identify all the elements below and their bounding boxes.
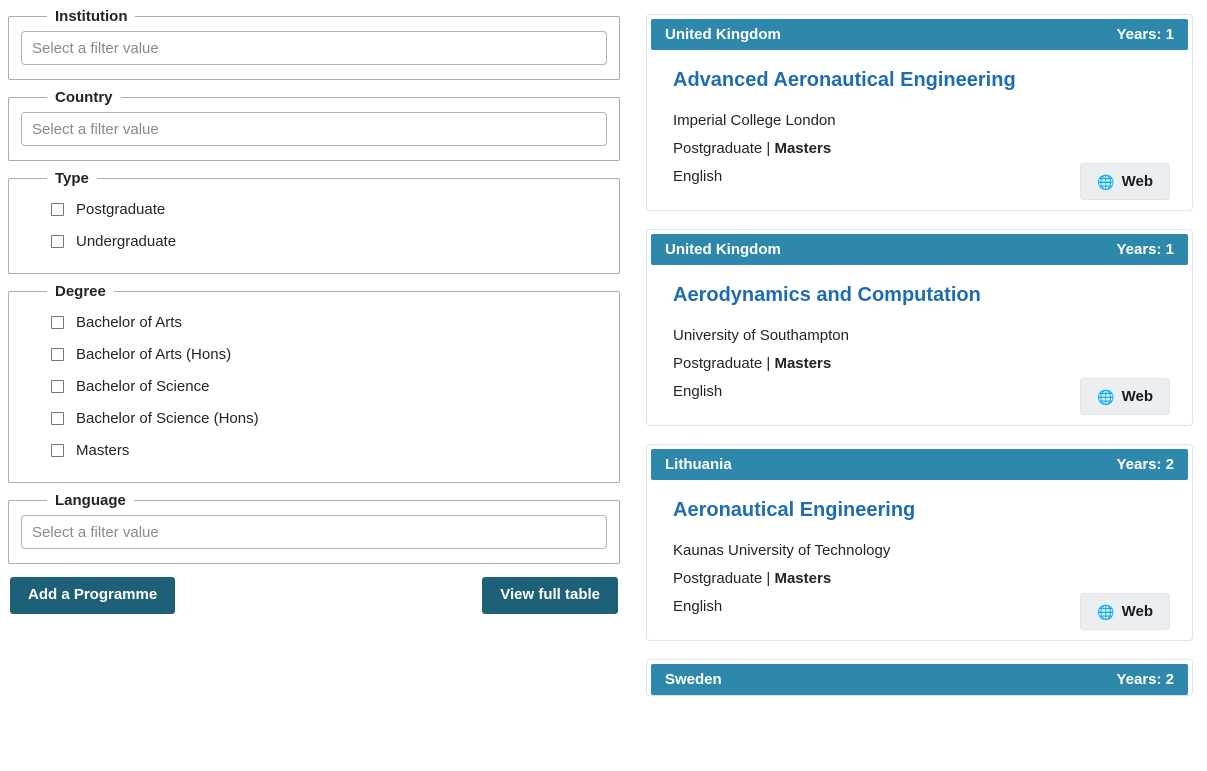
globe-icon: 🌐 (1097, 175, 1114, 189)
card-title[interactable]: Aeronautical Engineering (673, 498, 1166, 522)
web-button-label: Web (1122, 603, 1153, 620)
card-years: Years: 2 (1116, 671, 1174, 688)
web-button[interactable]: 🌐 Web (1080, 378, 1170, 415)
card-header: Sweden Years: 2 (651, 664, 1188, 695)
filter-legend-degree: Degree (47, 283, 114, 300)
card-years: Years: 1 (1116, 26, 1174, 43)
card-header: Lithuania Years: 2 (651, 449, 1188, 480)
web-button[interactable]: 🌐 Web (1080, 593, 1170, 630)
checkbox-row-bachelor-of-arts[interactable]: Bachelor of Arts (21, 306, 607, 338)
view-full-table-button[interactable]: View full table (482, 577, 618, 614)
filter-group-country: Country (8, 89, 620, 161)
card-country: United Kingdom (665, 26, 781, 43)
checkbox-bachelor-of-arts[interactable] (51, 316, 64, 329)
checkbox-bachelor-of-science-hons[interactable] (51, 412, 64, 425)
filter-group-type: Type Postgraduate Undergraduate (8, 170, 620, 274)
card-country: United Kingdom (665, 241, 781, 258)
card-header: United Kingdom Years: 1 (651, 234, 1188, 265)
card-type: Postgraduate (673, 355, 762, 372)
card-body: Aeronautical Engineering Kaunas Universi… (651, 480, 1188, 640)
filter-legend-language: Language (47, 492, 134, 509)
checkbox-undergraduate[interactable] (51, 235, 64, 248)
programme-card[interactable]: United Kingdom Years: 1 Aerodynamics and… (646, 229, 1193, 426)
checkbox-row-postgraduate[interactable]: Postgraduate (21, 193, 607, 225)
programme-card[interactable]: Sweden Years: 2 (646, 659, 1193, 696)
checkbox-label-undergraduate: Undergraduate (76, 234, 176, 249)
programme-card[interactable]: Lithuania Years: 2 Aeronautical Engineer… (646, 444, 1193, 641)
card-type: Postgraduate (673, 570, 762, 587)
filter-group-institution: Institution (8, 8, 620, 80)
checkbox-label-bachelor-of-science-hons: Bachelor of Science (Hons) (76, 411, 259, 426)
card-type-degree: Postgraduate | Masters (673, 140, 1166, 158)
web-button[interactable]: 🌐 Web (1080, 163, 1170, 200)
card-type-degree: Postgraduate | Masters (673, 570, 1166, 588)
checkbox-row-bachelor-of-science-hons[interactable]: Bachelor of Science (Hons) (21, 402, 607, 434)
institution-filter-input[interactable] (21, 31, 607, 65)
card-body: Aerodynamics and Computation University … (651, 265, 1188, 425)
card-institution: Kaunas University of Technology (673, 542, 1166, 560)
checkbox-label-postgraduate: Postgraduate (76, 202, 165, 217)
card-body: Advanced Aeronautical Engineering Imperi… (651, 50, 1188, 210)
checkbox-row-bachelor-of-arts-hons[interactable]: Bachelor of Arts (Hons) (21, 338, 607, 370)
checkbox-label-masters: Masters (76, 443, 129, 458)
card-country: Sweden (665, 671, 722, 688)
web-button-label: Web (1122, 173, 1153, 190)
programme-card[interactable]: United Kingdom Years: 1 Advanced Aeronau… (646, 14, 1193, 211)
filter-panel: Institution Country Type Postgraduate Un… (0, 0, 640, 614)
card-separator: | (762, 570, 774, 587)
checkbox-row-undergraduate[interactable]: Undergraduate (21, 225, 607, 257)
card-degree: Masters (774, 355, 831, 372)
checkbox-bachelor-of-arts-hons[interactable] (51, 348, 64, 361)
card-degree: Masters (774, 140, 831, 157)
checkbox-label-bachelor-of-arts-hons: Bachelor of Arts (Hons) (76, 347, 231, 362)
card-title[interactable]: Aerodynamics and Computation (673, 283, 1166, 307)
filter-legend-type: Type (47, 170, 97, 187)
filter-group-language: Language (8, 492, 620, 564)
card-separator: | (762, 355, 774, 372)
card-years: Years: 1 (1116, 241, 1174, 258)
results-list: United Kingdom Years: 1 Advanced Aeronau… (640, 0, 1207, 714)
card-type: Postgraduate (673, 140, 762, 157)
filter-actions: Add a Programme View full table (8, 573, 620, 614)
card-degree: Masters (774, 570, 831, 587)
card-title[interactable]: Advanced Aeronautical Engineering (673, 68, 1166, 92)
web-button-label: Web (1122, 388, 1153, 405)
checkbox-label-bachelor-of-science: Bachelor of Science (76, 379, 209, 394)
filter-legend-country: Country (47, 89, 121, 106)
globe-icon: 🌐 (1097, 605, 1114, 619)
programme-finder-page: Institution Country Type Postgraduate Un… (0, 0, 1207, 771)
card-header: United Kingdom Years: 1 (651, 19, 1188, 50)
globe-icon: 🌐 (1097, 390, 1114, 404)
checkbox-postgraduate[interactable] (51, 203, 64, 216)
country-filter-input[interactable] (21, 112, 607, 146)
filter-legend-institution: Institution (47, 8, 135, 25)
filter-group-degree: Degree Bachelor of Arts Bachelor of Arts… (8, 283, 620, 483)
card-type-degree: Postgraduate | Masters (673, 355, 1166, 373)
checkbox-row-bachelor-of-science[interactable]: Bachelor of Science (21, 370, 607, 402)
card-institution: Imperial College London (673, 112, 1166, 130)
card-separator: | (762, 140, 774, 157)
add-programme-button[interactable]: Add a Programme (10, 577, 175, 614)
card-country: Lithuania (665, 456, 732, 473)
language-filter-input[interactable] (21, 515, 607, 549)
checkbox-label-bachelor-of-arts: Bachelor of Arts (76, 315, 182, 330)
checkbox-row-masters[interactable]: Masters (21, 434, 607, 466)
card-institution: University of Southampton (673, 327, 1166, 345)
card-years: Years: 2 (1116, 456, 1174, 473)
checkbox-bachelor-of-science[interactable] (51, 380, 64, 393)
checkbox-masters[interactable] (51, 444, 64, 457)
